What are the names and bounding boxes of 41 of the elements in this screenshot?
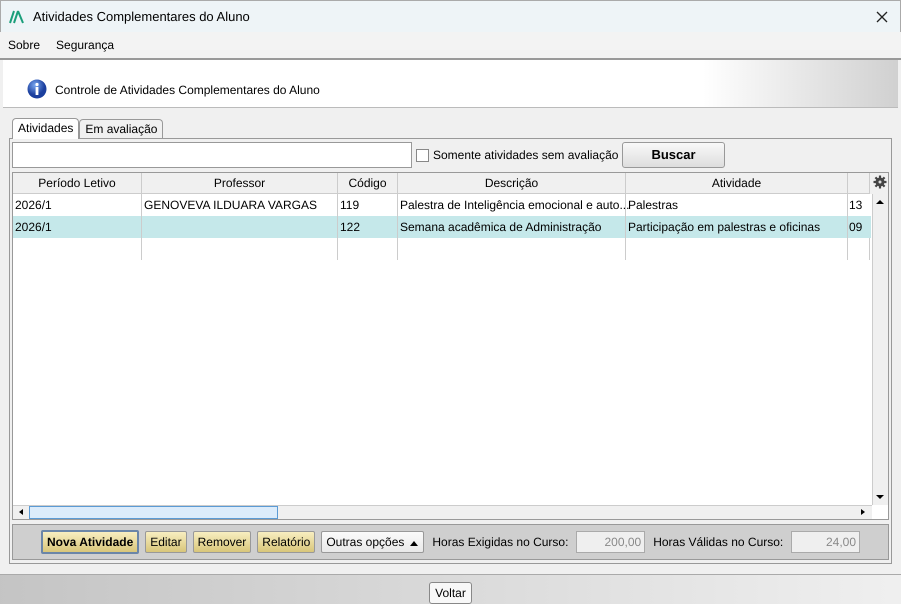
horizontal-scrollbar[interactable] [13, 505, 872, 519]
table-cell-text: 13 [848, 197, 864, 214]
column-header: Código [338, 173, 398, 194]
close-icon[interactable] [876, 10, 888, 22]
column-header: Período Letivo [13, 173, 142, 194]
back-button[interactable]: Voltar [429, 582, 472, 604]
caret-icon [409, 538, 420, 547]
table-cell: Participação em palestras e oficinas [626, 216, 848, 238]
menu-item[interactable]: Sobre [8, 36, 40, 54]
header-text: Controle de Atividades Complementares do Aluno [55, 82, 320, 99]
dropdown-button[interactable]: Outras opções [321, 531, 424, 553]
column-header: Professor [142, 173, 338, 194]
tab[interactable]: Atividades [12, 118, 80, 139]
table-cell: 2026/1 [13, 216, 142, 238]
table-cell: Semana acadêmica de Administração [398, 216, 626, 238]
column-header: Descrição [398, 173, 626, 194]
toolbar-button[interactable]: Relatório [257, 531, 316, 553]
settings-icon[interactable] [873, 175, 887, 189]
vertical-scrollbar[interactable] [872, 194, 888, 505]
readonly-field: 200,00 [576, 531, 646, 553]
checkbox[interactable] [416, 148, 429, 162]
table-cell-text: 09 [848, 219, 864, 236]
toolbar-button[interactable]: Editar [145, 531, 187, 553]
menu-item[interactable]: Segurança [56, 36, 114, 54]
info-icon [27, 79, 47, 99]
scroll-thumb[interactable] [29, 506, 278, 519]
table-cell: 122 [338, 216, 398, 238]
tab[interactable]: Em avaliação [79, 119, 164, 138]
column-header: Atividade [626, 173, 848, 194]
toolbar-button[interactable]: Remover [192, 531, 252, 553]
logo-icon [9, 10, 25, 24]
selected-row-highlight[interactable]: 2026/1 122 Semana acadêmica de Administração Participação em palestras e oficinas 09 [13, 216, 871, 238]
toolbar-button[interactable]: Nova Atividade [41, 530, 140, 554]
field-label: Horas Válidas no Curso: [653, 534, 784, 551]
readonly-field: 24,00 [791, 531, 860, 553]
column-header [848, 173, 870, 194]
checkbox-label: Somente atividades sem avaliação [433, 147, 618, 164]
search-field[interactable] [12, 142, 412, 168]
search-button[interactable]: Buscar [622, 142, 725, 168]
window-title: Atividades Complementares do Aluno [33, 8, 251, 26]
field-label: Horas Exigidas no Curso: [432, 534, 568, 551]
